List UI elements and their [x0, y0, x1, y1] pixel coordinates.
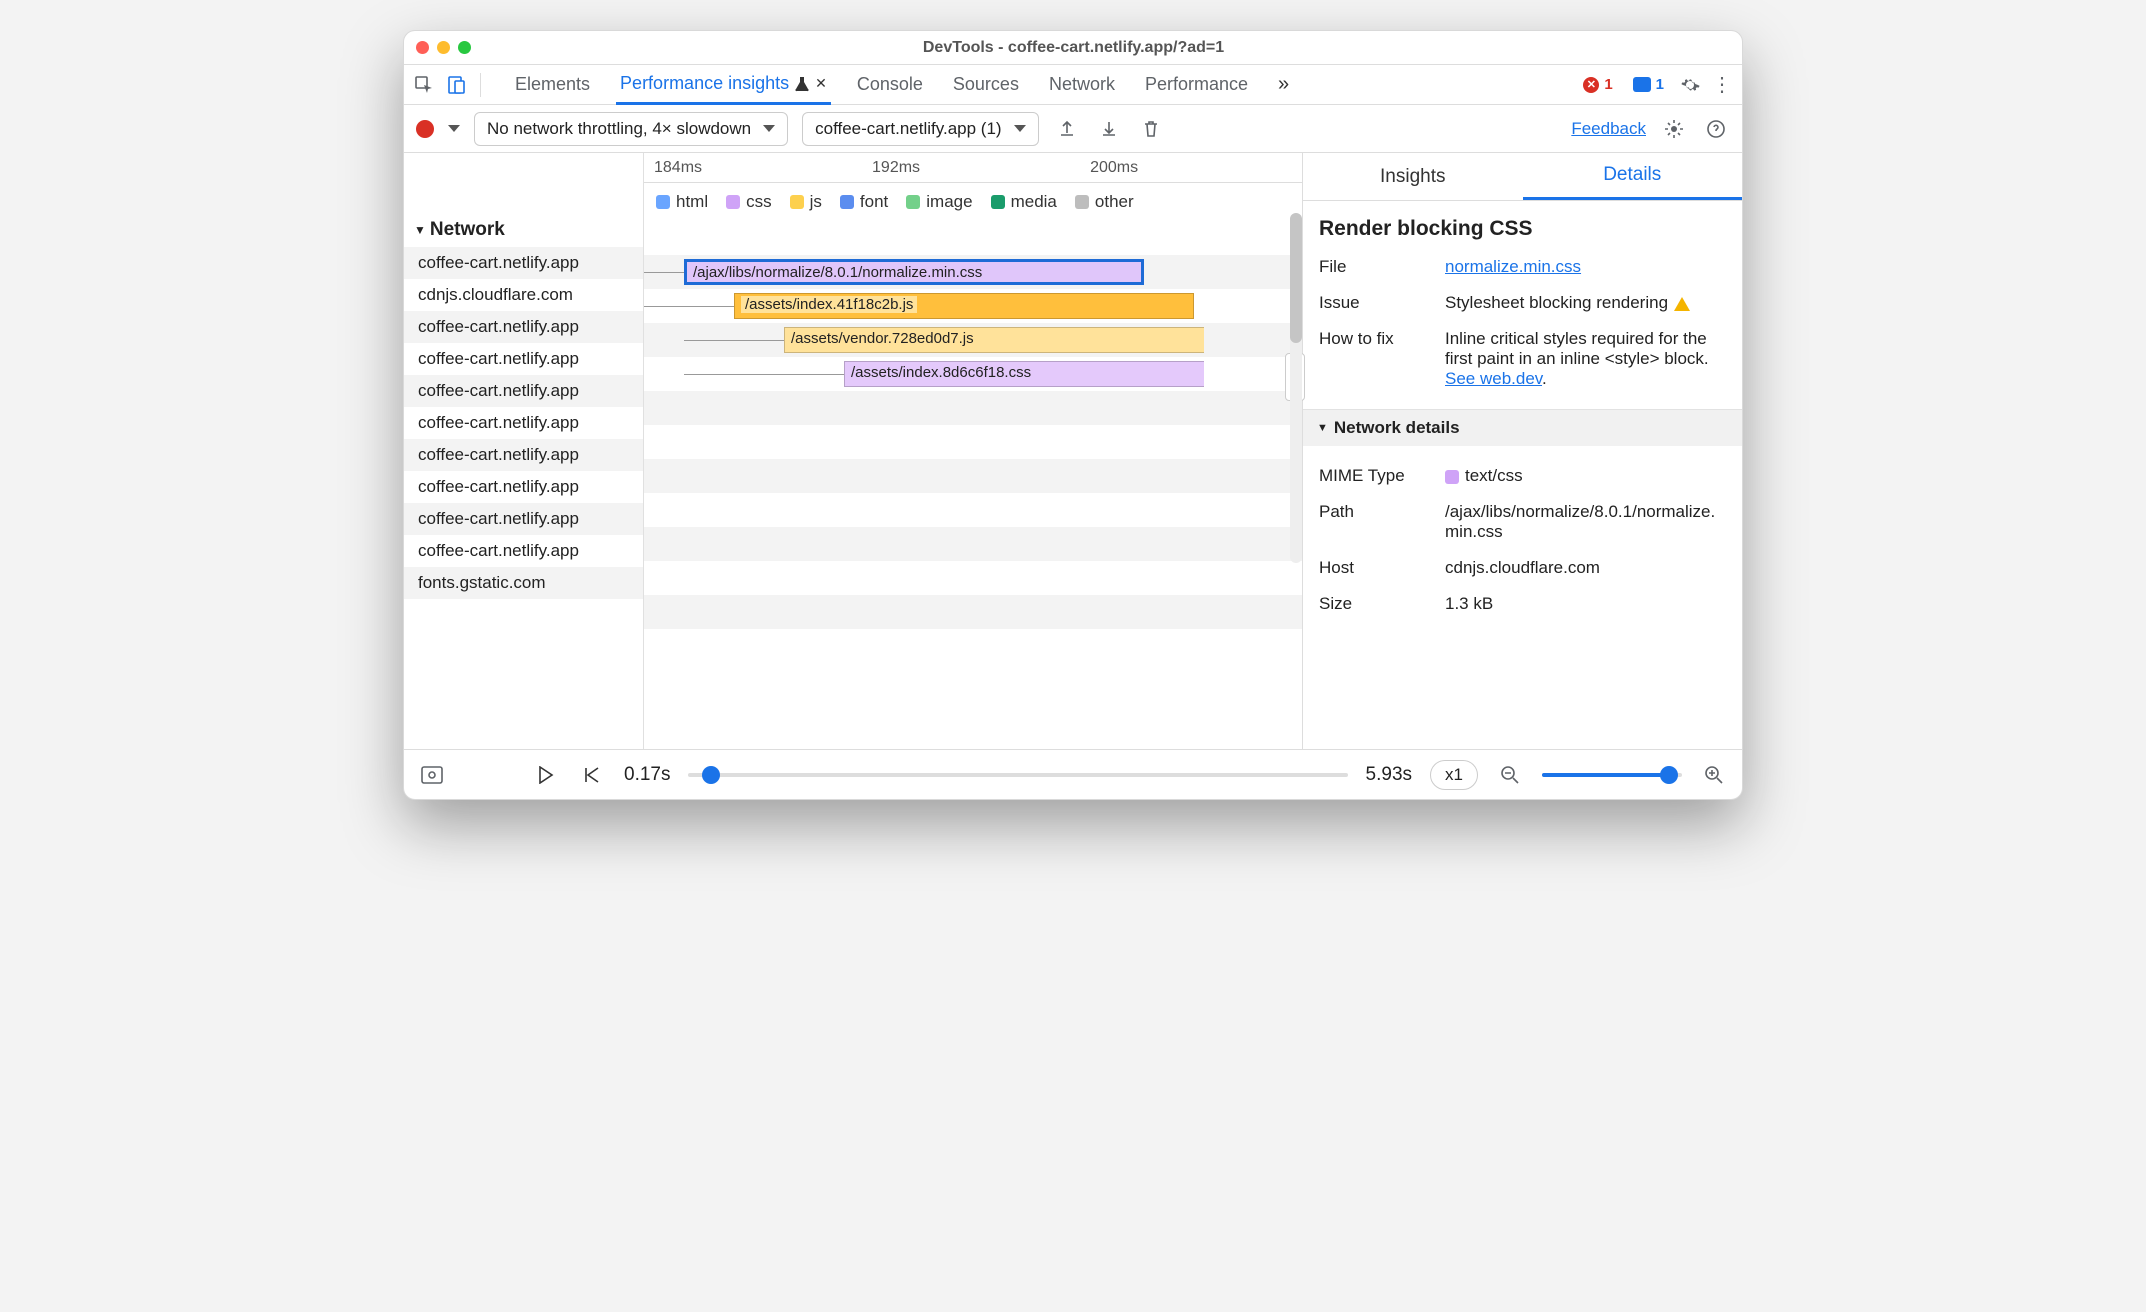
play-icon[interactable]: [532, 761, 560, 789]
record-button[interactable]: [416, 120, 434, 138]
left-network-panel: Network coffee-cart.netlify.app cdnjs.cl…: [404, 153, 644, 749]
close-window-button[interactable]: [416, 41, 429, 54]
list-item[interactable]: coffee-cart.netlify.app: [404, 343, 643, 375]
details-card: Render blocking CSS File normalize.min.c…: [1303, 201, 1742, 410]
request-bar-vendor-js[interactable]: /assets/vendor.728ed0d7.js: [784, 327, 1204, 353]
list-item[interactable]: coffee-cart.netlify.app: [404, 439, 643, 471]
export-icon[interactable]: [1053, 115, 1081, 143]
import-icon[interactable]: [1095, 115, 1123, 143]
tab-performance-insights[interactable]: Performance insights ✕: [616, 65, 831, 105]
tab-details[interactable]: Details: [1523, 153, 1743, 200]
zoom-slider[interactable]: [1542, 773, 1682, 777]
resource-legend: html css js font image media other: [644, 183, 1302, 221]
feedback-link[interactable]: Feedback: [1571, 119, 1646, 139]
window-controls: [416, 41, 471, 54]
record-dropdown-icon[interactable]: [448, 125, 460, 132]
zoom-in-icon[interactable]: [1700, 761, 1728, 789]
time-ruler[interactable]: 184ms 192ms 200ms: [644, 153, 1302, 183]
error-count-badge[interactable]: ✕1: [1575, 74, 1620, 95]
rewind-start-icon[interactable]: [578, 761, 606, 789]
main-area: Network coffee-cart.netlify.app cdnjs.cl…: [404, 153, 1742, 749]
device-toolbar-icon[interactable]: [442, 71, 470, 99]
zoom-out-icon[interactable]: [1496, 761, 1524, 789]
tab-insights[interactable]: Insights: [1303, 153, 1523, 200]
help-icon[interactable]: [1702, 115, 1730, 143]
playback-footer: 0.17s 5.93s x1: [404, 749, 1742, 799]
playback-speed[interactable]: x1: [1430, 760, 1478, 790]
waterfall-tracks: /ajax/libs/normalize/8.0.1/normalize.min…: [644, 221, 1302, 629]
tab-sources[interactable]: Sources: [949, 65, 1023, 104]
list-item[interactable]: cdnjs.cloudflare.com: [404, 279, 643, 311]
vertical-scrollbar[interactable]: [1290, 213, 1302, 563]
list-item[interactable]: coffee-cart.netlify.app: [404, 535, 643, 567]
detail-howtofix: How to fix Inline critical styles requir…: [1319, 321, 1726, 397]
network-details-header[interactable]: Network details: [1303, 410, 1742, 446]
file-link[interactable]: normalize.min.css: [1445, 257, 1581, 276]
main-tabstrip: Elements Performance insights ✕ Console …: [404, 65, 1742, 105]
request-bar-index-css[interactable]: /assets/index.8d6c6f18.css: [844, 361, 1204, 387]
more-tabs-button[interactable]: »: [1274, 65, 1293, 104]
detail-file: File normalize.min.css: [1319, 249, 1726, 285]
flask-icon: [795, 76, 809, 92]
mime-color-icon: [1445, 470, 1459, 484]
whisker: [644, 306, 734, 307]
whisker: [644, 272, 684, 273]
window-title: DevTools - coffee-cart.netlify.app/?ad=1: [471, 39, 1676, 57]
request-bar-index-js[interactable]: /assets/index.41f18c2b.js: [734, 293, 1194, 319]
tab-network[interactable]: Network: [1045, 65, 1119, 104]
minimize-window-button[interactable]: [437, 41, 450, 54]
throttling-select[interactable]: No network throttling, 4× slowdown: [474, 112, 788, 146]
network-details-card: MIME Typetext/css Path/ajax/libs/normali…: [1303, 446, 1742, 634]
panel-settings-icon[interactable]: [1660, 115, 1688, 143]
insights-toolbar: No network throttling, 4× slowdown coffe…: [404, 105, 1742, 153]
settings-gear-icon[interactable]: [1676, 71, 1704, 99]
divider: [480, 73, 481, 97]
whisker: [684, 374, 844, 375]
list-item[interactable]: coffee-cart.netlify.app: [404, 503, 643, 535]
tab-console[interactable]: Console: [853, 65, 927, 104]
timeline-slider[interactable]: [688, 773, 1347, 777]
playhead-end-time: 5.93s: [1366, 764, 1412, 786]
kebab-menu-icon[interactable]: ⋮: [1708, 71, 1736, 99]
devtools-window: DevTools - coffee-cart.netlify.app/?ad=1…: [403, 30, 1743, 800]
zoom-window-button[interactable]: [458, 41, 471, 54]
delete-icon[interactable]: [1137, 115, 1165, 143]
close-tab-icon[interactable]: ✕: [815, 75, 827, 92]
list-item[interactable]: coffee-cart.netlify.app: [404, 311, 643, 343]
list-item[interactable]: fonts.gstatic.com: [404, 567, 643, 599]
whisker: [684, 340, 784, 341]
webdev-link[interactable]: See web.dev: [1445, 369, 1542, 388]
sidebar-tabs: Insights Details: [1303, 153, 1742, 201]
target-select[interactable]: coffee-cart.netlify.app (1): [802, 112, 1038, 146]
list-item[interactable]: coffee-cart.netlify.app: [404, 375, 643, 407]
list-item[interactable]: coffee-cart.netlify.app: [404, 247, 643, 279]
network-section-header[interactable]: Network: [404, 213, 643, 247]
list-item[interactable]: coffee-cart.netlify.app: [404, 471, 643, 503]
tab-performance[interactable]: Performance: [1141, 65, 1252, 104]
details-sidebar: Insights Details Render blocking CSS Fil…: [1302, 153, 1742, 749]
detail-issue: Issue Stylesheet blocking rendering: [1319, 285, 1726, 321]
inspect-element-icon[interactable]: [410, 71, 438, 99]
tab-elements[interactable]: Elements: [511, 65, 594, 104]
request-bar-normalize-css[interactable]: /ajax/libs/normalize/8.0.1/normalize.min…: [684, 259, 1144, 285]
details-title: Render blocking CSS: [1319, 217, 1726, 241]
timeline-panel: 184ms 192ms 200ms html css js font image…: [644, 153, 1302, 749]
network-host-list: coffee-cart.netlify.app cdnjs.cloudflare…: [404, 247, 643, 599]
playhead-start-time: 0.17s: [624, 764, 670, 786]
screenshot-view-icon[interactable]: [418, 761, 446, 789]
message-count-badge[interactable]: 1: [1625, 74, 1672, 95]
warning-icon: [1674, 297, 1690, 311]
list-item[interactable]: coffee-cart.netlify.app: [404, 407, 643, 439]
titlebar: DevTools - coffee-cart.netlify.app/?ad=1: [404, 31, 1742, 65]
